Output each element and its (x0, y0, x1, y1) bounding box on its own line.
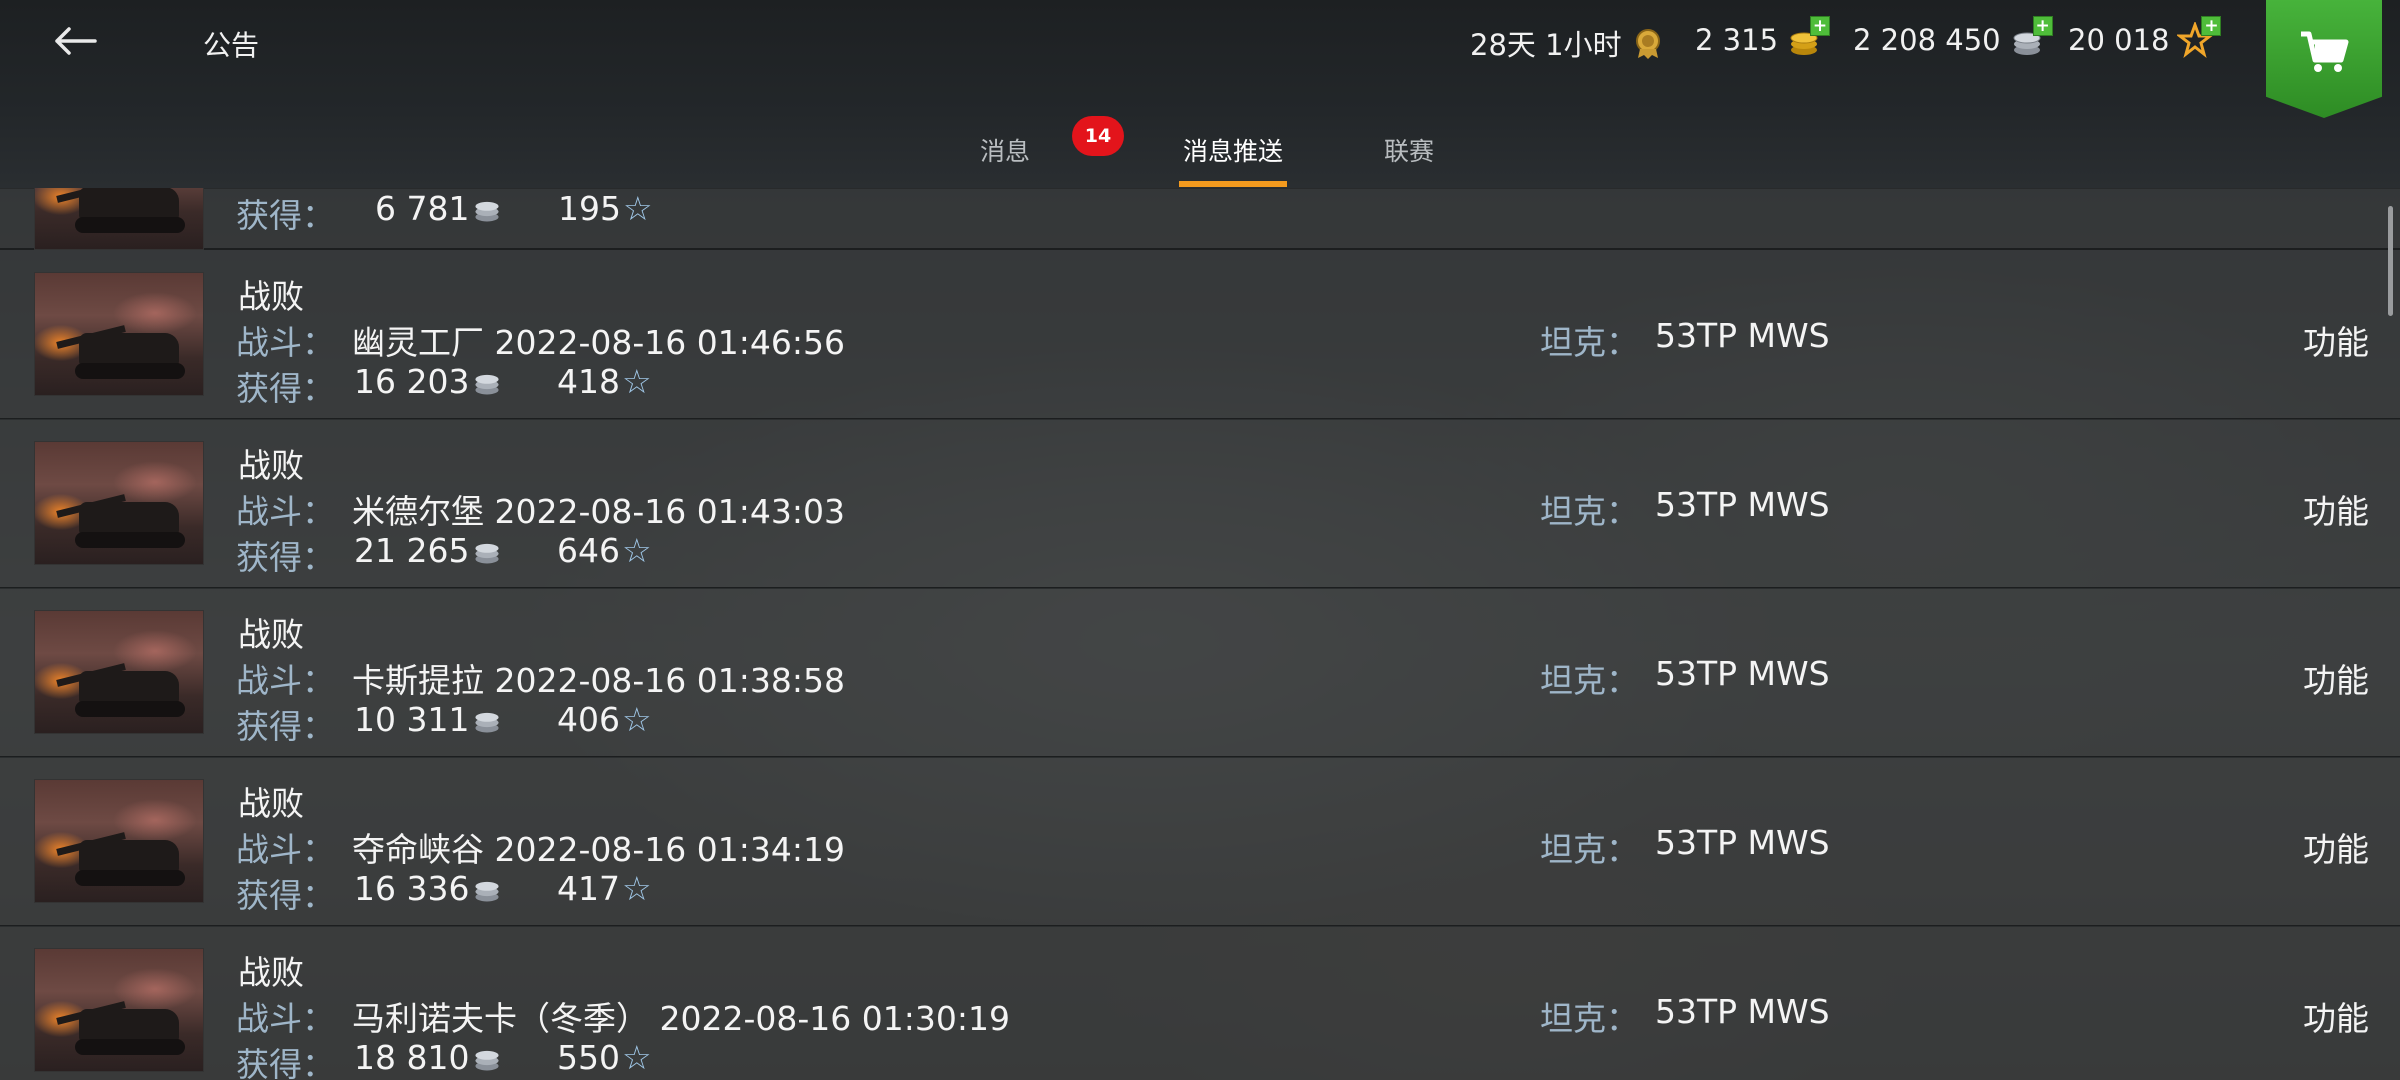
list-item[interactable]: 战败 战斗： 马利诺夫卡（冬季） 2022-08-16 01:30:19 获得：… (0, 926, 2400, 1080)
silver-coin-icon (475, 201, 500, 221)
silver-coin-icon (475, 712, 500, 732)
silver-coin-icon: + (2009, 16, 2053, 58)
battle-result: 战败 (238, 277, 304, 316)
free-xp-balance[interactable]: 20 018 + (2068, 16, 2222, 58)
star-xp-icon: ☆ (622, 362, 652, 401)
battle-result: 战败 (238, 615, 304, 654)
list-item[interactable]: 战败 战斗： 夺命峡谷 2022-08-16 01:34:19 获得： 16 3… (0, 757, 2400, 927)
silver-coin-icon (475, 881, 500, 901)
earned-label: 获得： (236, 538, 335, 577)
premium-time-value: 28天 1小时 (1470, 28, 1622, 62)
battle-result: 战败 (238, 784, 304, 823)
add-credits-icon[interactable]: + (2032, 16, 2053, 36)
list-item[interactable]: 战败 战斗： 卡斯提拉 2022-08-16 01:38:58 获得： 10 3… (0, 588, 2400, 758)
battle-thumbnail (34, 779, 204, 903)
shopping-cart-icon (2301, 31, 2349, 72)
battle-thumbnail (34, 272, 204, 396)
tank-name: 53TP MWS (1655, 992, 1830, 1031)
scrollbar[interactable] (2388, 206, 2393, 316)
function-button[interactable]: 功能 (2303, 654, 2369, 702)
function-button[interactable]: 功能 (2303, 316, 2369, 364)
battle-result: 战败 (238, 953, 304, 992)
battle-info: 夺命峡谷 2022-08-16 01:34:19 (352, 830, 845, 869)
add-free-xp-icon[interactable]: + (2201, 16, 2222, 36)
battle-label: 战斗： (236, 661, 335, 700)
xp-earned: 195 ☆ (558, 189, 653, 228)
battle-info: 米德尔堡 2022-08-16 01:43:03 (352, 492, 845, 531)
battle-info: 幽灵工厂 2022-08-16 01:46:56 (352, 323, 845, 362)
shop-button[interactable] (2266, 0, 2382, 118)
tab-messages[interactable]: 消息 (980, 132, 1030, 168)
tank-label: 坦克： (1540, 661, 1639, 700)
tank-name: 53TP MWS (1655, 316, 1830, 355)
tab-league[interactable]: 联赛 (1384, 132, 1434, 168)
top-bar: 公告 28天 1小时 2 315 + 2 208 450 + 20 018 + … (0, 0, 2400, 189)
battle-thumbnail (34, 948, 204, 1072)
silver-coin-icon (475, 374, 500, 394)
battle-label: 战斗： (236, 999, 335, 1038)
battle-label: 战斗： (236, 492, 335, 531)
silver-coin-icon (475, 1050, 500, 1070)
credits-earned: 16 336 (354, 869, 503, 908)
xp-earned: 646 ☆ (557, 531, 652, 570)
credits-earned: 16 203 (354, 362, 503, 401)
function-button[interactable]: 功能 (2303, 823, 2369, 871)
battle-thumbnail (34, 188, 204, 250)
credits-earned: 10 311 (354, 700, 503, 739)
tank-name: 53TP MWS (1655, 654, 1830, 693)
battle-info: 马利诺夫卡（冬季） 2022-08-16 01:30:19 (352, 999, 1010, 1038)
premium-badge-icon (1630, 25, 1666, 61)
unread-badge: 14 (1072, 116, 1124, 156)
star-xp-icon: ☆ (622, 531, 652, 570)
star-xp-icon: ☆ (622, 869, 652, 908)
tank-label: 坦克： (1540, 323, 1639, 362)
credits-earned: 18 810 (354, 1038, 503, 1077)
function-button[interactable]: 功能 (2303, 992, 2369, 1040)
gold-value: 2 315 (1695, 23, 1779, 57)
function-button[interactable]: 功能 (2303, 485, 2369, 533)
gold-balance[interactable]: 2 315 + (1695, 16, 1831, 58)
tank-name: 53TP MWS (1655, 823, 1830, 862)
gold-coin-icon: + (1786, 16, 1831, 58)
add-gold-icon[interactable]: + (1810, 16, 1831, 36)
star-xp-icon: ☆ (622, 700, 652, 739)
active-tab-indicator (1179, 181, 1287, 187)
star-xp-icon: + (2176, 16, 2222, 58)
list-item[interactable]: 获得： 6 781 195 ☆ (0, 188, 2400, 250)
tank-label: 坦克： (1540, 492, 1639, 531)
battle-info: 卡斯提拉 2022-08-16 01:38:58 (352, 661, 845, 700)
credits-earned: 6 781 (375, 189, 503, 228)
credits-balance[interactable]: 2 208 450 + (1853, 16, 2053, 58)
notification-list[interactable]: 获得： 6 781 195 ☆ 战败 战斗： 幽灵工厂 2022-08-16 01… (0, 188, 2400, 1080)
earned-label: 获得： (236, 707, 335, 746)
tank-label: 坦克： (1540, 999, 1639, 1038)
xp-earned: 417 ☆ (557, 869, 652, 908)
tank-label: 坦克： (1540, 830, 1639, 869)
battle-thumbnail (34, 441, 204, 565)
back-arrow-icon[interactable] (48, 14, 102, 68)
list-item[interactable]: 战败 战斗： 米德尔堡 2022-08-16 01:43:03 获得： 21 2… (0, 419, 2400, 589)
earned-label: 获得： (236, 1045, 335, 1080)
tab-push-messages[interactable]: 消息推送 (1183, 132, 1283, 168)
star-xp-icon: ☆ (623, 189, 653, 228)
battle-label: 战斗： (236, 830, 335, 869)
star-xp-icon: ☆ (622, 1038, 652, 1077)
battle-label: 战斗： (236, 323, 335, 362)
earned-label: 获得： (236, 369, 335, 408)
xp-earned: 406 ☆ (557, 700, 652, 739)
free-xp-value: 20 018 (2068, 23, 2170, 57)
tank-name: 53TP MWS (1655, 485, 1830, 524)
page-title: 公告 (203, 29, 260, 62)
premium-time[interactable]: 28天 1小时 (1470, 22, 1666, 64)
battle-thumbnail (34, 610, 204, 734)
xp-earned: 418 ☆ (557, 362, 652, 401)
list-item[interactable]: 战败 战斗： 幽灵工厂 2022-08-16 01:46:56 获得： 16 2… (0, 250, 2400, 420)
xp-earned: 550 ☆ (557, 1038, 652, 1077)
earned-label: 获得： (236, 196, 335, 235)
earned-label: 获得： (236, 876, 335, 915)
credits-earned: 21 265 (354, 531, 503, 570)
credits-value: 2 208 450 (1853, 23, 2001, 57)
silver-coin-icon (475, 543, 500, 563)
battle-result: 战败 (238, 446, 304, 485)
